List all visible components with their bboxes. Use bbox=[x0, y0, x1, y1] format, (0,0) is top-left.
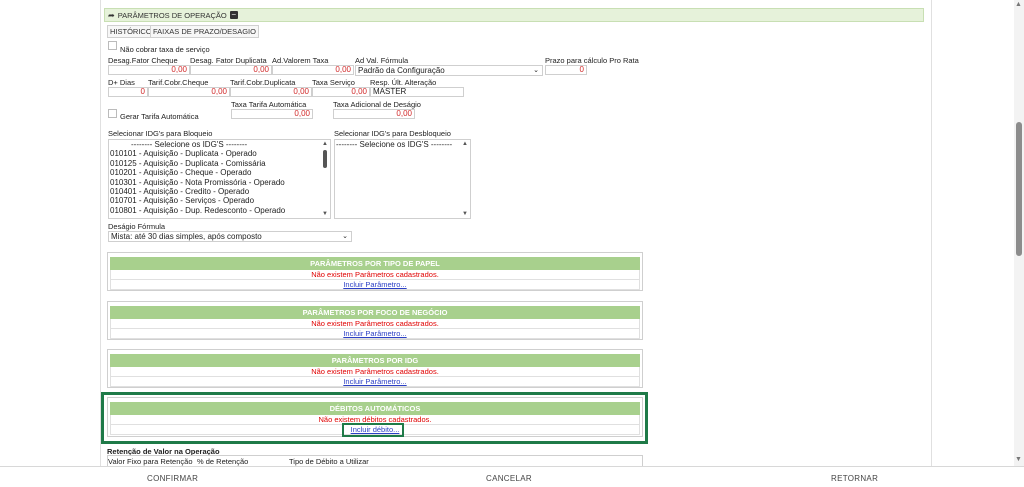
ad-valorem-taxa-label: Ad.Valorem Taxa bbox=[272, 56, 329, 65]
taxa-adicional-desagio-label: Taxa Adicional de Deságio bbox=[333, 100, 421, 109]
grid-foco-negocio: PARÂMETROS POR FOCO DE NEGÓCIO Não exist… bbox=[107, 301, 643, 340]
list-item[interactable]: 010125 - Aquisição - Duplicata - Comissá… bbox=[109, 159, 330, 168]
tab-historico[interactable]: HISTÓRICO bbox=[107, 25, 155, 38]
ad-val-formula-label: Ad Val. Fórmula bbox=[355, 56, 409, 65]
grid-header: PARÂMETROS POR FOCO DE NEGÓCIO bbox=[110, 306, 640, 319]
d-dias-input[interactable]: 0 bbox=[108, 87, 148, 97]
resp-ult-alteracao-label: Resp. Últ. Alteração bbox=[370, 78, 437, 87]
ad-valorem-taxa-input[interactable]: 0,00 bbox=[272, 65, 354, 75]
scroll-up-icon[interactable]: ▲ bbox=[462, 141, 468, 147]
list-item[interactable]: -------- Selecione os IDG'S -------- bbox=[109, 140, 330, 149]
valor-fixo-label: Valor Fixo para Retenção bbox=[108, 457, 193, 466]
desagio-formula-label: Deságio Fórmula bbox=[108, 222, 166, 231]
tab-faixas-prazo[interactable]: FAIXAS DE PRAZO/DESAGIO bbox=[150, 25, 259, 38]
incluir-parametro-link[interactable]: Incluir Parâmetro... bbox=[110, 280, 640, 290]
idg-bloqueio-label: Selecionar IDG's para Bloqueio bbox=[108, 129, 213, 138]
scroll-up-icon[interactable]: ▲ bbox=[322, 141, 328, 147]
desag-fator-cheque-label: Desag.Fator Cheque bbox=[108, 56, 178, 65]
empty-message: Não existem Parâmetros cadastrados. bbox=[110, 367, 640, 377]
gerar-tarifa-label: Gerar Tarifa Automática bbox=[120, 112, 199, 121]
scroll-thumb[interactable] bbox=[323, 150, 327, 168]
idg-desbloqueio-label: Selecionar IDG's para Desbloqueio bbox=[334, 129, 451, 138]
scroll-down-icon[interactable]: ▼ bbox=[322, 211, 328, 217]
desag-fator-cheque-input[interactable]: 0,00 bbox=[108, 65, 190, 75]
empty-message: Não existem Parâmetros cadastrados. bbox=[110, 319, 640, 329]
chevron-down-icon: ⌄ bbox=[533, 67, 539, 74]
taxa-servico-input[interactable]: 0,00 bbox=[312, 87, 370, 97]
nao-cobrar-checkbox[interactable] bbox=[108, 41, 117, 50]
tarif-duplicata-input[interactable]: 0,00 bbox=[230, 87, 312, 97]
grid-tipo-papel: PARÂMETROS POR TIPO DE PAPEL Não existem… bbox=[107, 252, 643, 291]
confirmar-button[interactable]: CONFIRMAR bbox=[147, 474, 198, 483]
incluir-parametro-link[interactable]: Incluir Parâmetro... bbox=[110, 329, 640, 339]
scroll-up-icon[interactable]: ▲ bbox=[1015, 1, 1022, 8]
scroll-down-icon[interactable]: ▼ bbox=[1015, 456, 1022, 463]
list-item[interactable]: 010201 - Aquisição - Cheque - Operado bbox=[109, 168, 330, 177]
prazo-pro-rata-label: Prazo para cálculo Pro Rata bbox=[545, 56, 639, 65]
ad-val-formula-select[interactable]: Padrão da Configuração ⌄ bbox=[355, 65, 543, 76]
list-item[interactable]: 010101 - Aquisição - Duplicata - Operado bbox=[109, 149, 330, 158]
section-title: PARÂMETROS DE OPERAÇÃO bbox=[117, 10, 227, 20]
desag-fator-duplicata-label: Desag. Fator Duplicata bbox=[190, 56, 267, 65]
nao-cobrar-label: Não cobrar taxa de serviço bbox=[120, 45, 210, 54]
page-content: ➦ PARÂMETROS DE OPERAÇÃO − HISTÓRICO FAI… bbox=[0, 0, 1014, 466]
d-dias-label: D+ Dias bbox=[108, 78, 135, 87]
idg-desbloqueio-listbox[interactable]: -------- Selecione os IDG'S -------- ▲ ▼ bbox=[334, 139, 471, 219]
list-item[interactable]: 010401 - Aquisição - Credito - Operado bbox=[109, 187, 330, 196]
idg-bloqueio-listbox[interactable]: -------- Selecione os IDG'S -------- 010… bbox=[108, 139, 331, 219]
tarif-duplicata-label: Tarif.Cobr.Duplicata bbox=[230, 78, 296, 87]
incluir-debito-highlight-box bbox=[342, 423, 404, 437]
empty-message: Não existem Parâmetros cadastrados. bbox=[110, 270, 640, 280]
grid-idg: PARÂMETROS POR IDG Não existem Parâmetro… bbox=[107, 349, 643, 388]
desag-fator-duplicata-input[interactable]: 0,00 bbox=[190, 65, 272, 75]
collapse-icon[interactable]: − bbox=[229, 11, 238, 19]
listbox-scrollbar[interactable]: ▲ ▼ bbox=[461, 140, 470, 218]
desagio-formula-select[interactable]: Mista: até 30 dias simples, após compost… bbox=[108, 231, 352, 242]
list-item[interactable]: 010301 - Aquisição - Nota Promissória - … bbox=[109, 178, 330, 187]
scroll-down-icon[interactable]: ▼ bbox=[462, 211, 468, 217]
taxa-tarifa-auto-label: Taxa Tarifa Automática bbox=[231, 100, 307, 109]
gerar-tarifa-checkbox[interactable] bbox=[108, 109, 117, 118]
section-header[interactable]: ➦ PARÂMETROS DE OPERAÇÃO − bbox=[104, 8, 924, 22]
share-arrow-icon: ➦ bbox=[108, 10, 115, 20]
incluir-parametro-link[interactable]: Incluir Parâmetro... bbox=[110, 377, 640, 387]
list-item[interactable]: 010801 - Aquisição - Dup. Redesconto - O… bbox=[109, 206, 330, 215]
cancelar-button[interactable]: CANCELAR bbox=[486, 474, 532, 483]
tarif-cheque-label: Tarif.Cobr.Cheque bbox=[148, 78, 209, 87]
list-item[interactable]: 010701 - Aquisição - Serviços - Operado bbox=[109, 196, 330, 205]
desagio-formula-value: Mista: até 30 dias simples, após compost… bbox=[111, 232, 262, 241]
tarif-cheque-input[interactable]: 0,00 bbox=[148, 87, 230, 97]
tipo-debito-label: Tipo de Débito a Utilizar bbox=[289, 457, 369, 466]
grid-header: PARÂMETROS POR TIPO DE PAPEL bbox=[110, 257, 640, 270]
retornar-button[interactable]: RETORNAR bbox=[831, 474, 878, 483]
ad-val-formula-value: Padrão da Configuração bbox=[358, 66, 445, 75]
page-scroll-thumb[interactable] bbox=[1016, 122, 1022, 256]
chevron-down-icon: ⌄ bbox=[342, 233, 348, 240]
taxa-adicional-desagio-input[interactable]: 0,00 bbox=[333, 109, 415, 119]
footer-bar: CONFIRMAR CANCELAR RETORNAR bbox=[0, 466, 1024, 487]
list-item[interactable]: -------- Selecione os IDG'S -------- bbox=[335, 140, 470, 149]
listbox-scrollbar[interactable]: ▲ ▼ bbox=[321, 140, 330, 218]
prazo-pro-rata-input[interactable]: 0 bbox=[545, 65, 587, 75]
percent-retencao-label: % de Retenção bbox=[197, 457, 249, 466]
resp-ult-alteracao-input[interactable]: MASTER bbox=[370, 87, 464, 97]
grid-header: PARÂMETROS POR IDG bbox=[110, 354, 640, 367]
taxa-tarifa-auto-input[interactable]: 0,00 bbox=[231, 109, 313, 119]
taxa-servico-label: Taxa Serviço bbox=[312, 78, 355, 87]
